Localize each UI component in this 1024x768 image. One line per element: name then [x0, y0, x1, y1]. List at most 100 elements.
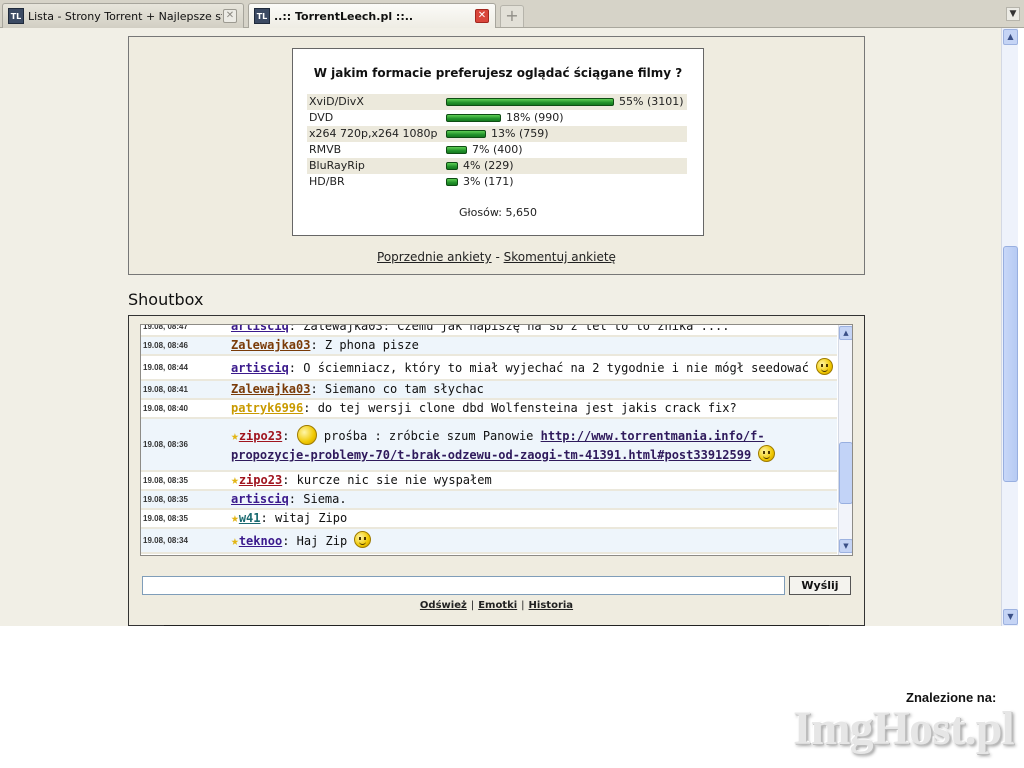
shout-text: : Siemano co tam słychac [310, 382, 484, 396]
poll-vote-count: Głosów: 5,650 [459, 206, 537, 219]
shout-body: ★w41: witaj Zipo [229, 510, 837, 527]
emoticons-link[interactable]: Emotki [478, 600, 517, 611]
poll-option: HD/BR 3% (171) [307, 174, 687, 190]
poll-option-label: HD/BR [309, 175, 345, 188]
shout-username[interactable]: artisciq [231, 361, 289, 375]
shout-username[interactable]: Zalewajka03 [231, 382, 310, 396]
poll-option-result: 4% (229) [463, 159, 514, 172]
refresh-link[interactable]: Odśwież [420, 600, 467, 611]
poll-question: W jakim formacie preferujesz oglądać ści… [313, 66, 683, 80]
poll-option-result: 3% (171) [463, 175, 514, 188]
shout-time: 19.08, 08:40 [143, 404, 188, 413]
poll-option-label: BluRayRip [309, 159, 365, 172]
tab-lista-label: Lista - Strony Torrent + Najlepsze stro.… [28, 10, 222, 23]
star-icon: ★ [231, 429, 239, 444]
poll-box: W jakim formacie preferujesz oglądać ści… [292, 48, 704, 236]
page-scrollbar[interactable]: ▲ ▼ [1001, 28, 1018, 626]
shoutbox-title: Shoutbox [128, 290, 204, 309]
poll-option-result: 18% (990) [506, 111, 564, 124]
poll-option-label: DVD [309, 111, 334, 124]
poll-panel: W jakim formacie preferujesz oglądać ści… [128, 36, 865, 275]
shout-username[interactable]: zipo23 [239, 473, 282, 487]
smiley-icon [758, 445, 776, 462]
shout-username[interactable]: Zalewajka03 [231, 338, 310, 352]
shout-time: 19.08, 08:34 [143, 536, 188, 545]
page-viewport: W jakim formacie preferujesz oglądać ści… [0, 28, 1004, 626]
shout-body: artisciq: Zalewajka03: Czemu jak napiszę… [229, 325, 837, 335]
shout-input[interactable] [142, 576, 785, 595]
poll-option-label: XviD/DivX [309, 95, 364, 108]
scroll-down-icon[interactable]: ▼ [839, 539, 852, 553]
shout-username[interactable]: patryk6996 [231, 401, 303, 415]
poll-option-bar [446, 114, 501, 122]
shoutbox-scroll-thumb[interactable] [839, 442, 852, 504]
poll-option-bar [446, 98, 614, 106]
poll-option-bar [446, 162, 458, 170]
poll-option-result: 13% (759) [491, 127, 549, 140]
shout-time: 19.08, 08:41 [143, 385, 188, 394]
shout-username[interactable]: artisciq [231, 492, 289, 506]
poll-option: BluRayRip 4% (229) [307, 158, 687, 174]
shout-body: artisciq: O ściemniacz, który to miał wy… [229, 356, 837, 379]
smiley-icon [354, 531, 372, 548]
shoutbox-panel: 19.08, 08:47 artisciq: Zalewajka03: Czemu… [128, 315, 865, 626]
poll-option-result: 55% (3101) [619, 95, 684, 108]
shout-time: 19.08, 08:35 [143, 495, 188, 504]
shout-text: : O ściemniacz, który to miał wyjechać n… [288, 361, 809, 375]
star-icon: ★ [231, 534, 239, 549]
shout-time: 19.08, 08:35 [143, 514, 188, 523]
browser-screenshot: TL Lista - Strony Torrent + Najlepsze st… [0, 0, 1024, 768]
poll-option-bar [446, 130, 486, 138]
poll-option-bar [446, 178, 458, 186]
shout-time: 19.08, 08:35 [143, 476, 188, 485]
shout-body: Zalewajka03: Siemano co tam słychac [229, 381, 837, 398]
shout-text-2: prośba : zróbcie szum Panowie [316, 429, 541, 443]
tab-torrentleech-label: ..:: TorrentLeech.pl ::.. [274, 10, 414, 23]
previous-polls-link[interactable]: Poprzednie ankiety [377, 250, 492, 264]
scroll-up-icon[interactable]: ▲ [1003, 29, 1018, 45]
comment-poll-link[interactable]: Skomentuj ankietę [504, 250, 616, 264]
shout-time: 19.08, 08:47 [143, 324, 188, 331]
shoutbox-links: Odśwież | Emotki | Historia [419, 600, 574, 611]
poll-option: DVD 18% (990) [307, 110, 687, 126]
scroll-down-icon[interactable]: ▼ [1003, 609, 1018, 625]
shout-text: : do tej wersji clone dbd Wolfensteina j… [303, 401, 737, 415]
tab-close-icon[interactable]: ✕ [475, 9, 489, 23]
tab-lista[interactable]: TL Lista - Strony Torrent + Najlepsze st… [2, 3, 244, 28]
tab-bar: TL Lista - Strony Torrent + Najlepsze st… [0, 0, 1024, 29]
page-scroll-thumb[interactable] [1003, 246, 1018, 482]
shout-text: : Haj Zip [282, 534, 348, 548]
tab-list-chevron-icon[interactable]: ▼ [1006, 7, 1020, 21]
shout-message: 19.08, 08:46 Zalewajka03: Z phona pisze [141, 337, 837, 356]
shout-body: artisciq: Siema. [229, 491, 837, 508]
shout-time: 19.08, 08:46 [143, 341, 188, 350]
tl-favicon-icon: TL [254, 8, 270, 24]
scroll-up-icon[interactable]: ▲ [839, 326, 852, 340]
shout-message: 19.08, 08:36 ★zipo23: prośba : zróbcie sz… [141, 419, 837, 472]
shout-message: 19.08, 08:35 ★w41: witaj Zipo [141, 510, 837, 529]
tab-torrentleech[interactable]: TL ..:: TorrentLeech.pl ::.. ✕ [248, 3, 496, 29]
tl-favicon-icon: TL [8, 8, 24, 24]
shout-message: 19.08, 08:47 artisciq: Zalewajka03: Czemu… [141, 324, 837, 337]
tab-close-icon[interactable]: ✕ [223, 9, 237, 23]
shoutbox-messages[interactable]: 19.08, 08:47 artisciq: Zalewajka03: Czemu… [140, 324, 853, 556]
star-icon: ★ [231, 511, 239, 526]
shoutbox-scrollbar[interactable]: ▲ ▼ [838, 325, 852, 555]
poll-option-result: 7% (400) [472, 143, 523, 156]
poll-links-separator: - [495, 250, 500, 264]
star-icon: ★ [231, 473, 239, 488]
shout-text: : [282, 429, 290, 443]
poll-option-label: x264 720p,x264 1080p [309, 127, 438, 140]
thinking-smiley-icon [296, 425, 317, 445]
shout-body: ★zipo23: prośba : zróbcie szum Panowie h… [229, 419, 837, 470]
send-button[interactable]: Wyślij [789, 576, 851, 595]
history-link[interactable]: Historia [529, 600, 574, 611]
new-tab-button[interactable]: + [500, 5, 524, 27]
shout-username[interactable]: artisciq [231, 325, 289, 333]
shout-username[interactable]: w41 [239, 511, 261, 525]
shout-message: 19.08, 08:44 artisciq: O ściemniacz, któr… [141, 356, 837, 381]
poll-option: RMVB 7% (400) [307, 142, 687, 158]
poll-options: XviD/DivX 55% (3101) DVD 18% (990) x264 720p… [307, 94, 687, 190]
shout-username[interactable]: zipo23 [239, 429, 282, 443]
shout-username[interactable]: teknoo [239, 534, 282, 548]
